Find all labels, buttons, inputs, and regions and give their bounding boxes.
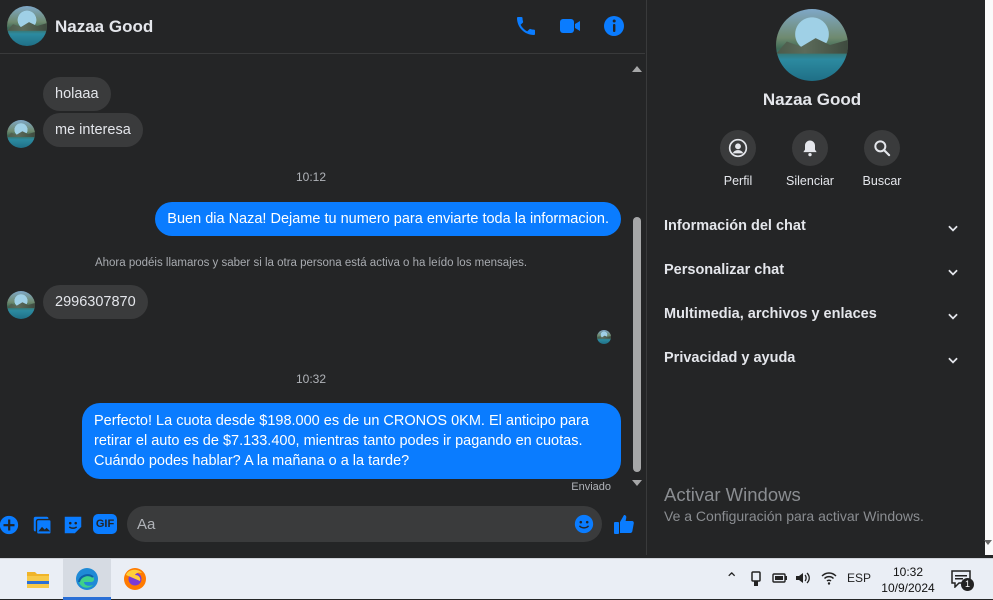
chat-pane: Nazaa Good holaaa me interesa 10:12 Buen…: [0, 0, 645, 555]
chevron-down-icon: [948, 225, 958, 232]
plus-icon[interactable]: [0, 514, 20, 536]
firefox-icon[interactable]: [111, 559, 159, 600]
gif-icon[interactable]: GIF: [93, 514, 117, 534]
notification-count-badge: 1: [961, 578, 974, 591]
search-icon: [874, 140, 891, 157]
tray-overflow-chevron-icon[interactable]: ⌃: [725, 569, 738, 589]
timestamp: 10:12: [295, 170, 327, 184]
delivery-status: Enviado: [571, 481, 611, 493]
battery-icon[interactable]: [772, 572, 788, 584]
contact-name[interactable]: Nazaa Good: [55, 17, 153, 37]
section-customize-chat[interactable]: Personalizar chat: [664, 262, 960, 286]
chevron-down-icon: [948, 357, 958, 364]
chat-header: Nazaa Good: [0, 0, 645, 54]
sidebar-contact-name: Nazaa Good: [762, 90, 862, 109]
action-profile[interactable]: Perfil: [698, 130, 778, 188]
action-label: Silenciar: [786, 174, 834, 188]
message-input-box[interactable]: [127, 506, 602, 542]
info-icon[interactable]: [602, 14, 626, 38]
scroll-down-arrow-icon[interactable]: [632, 480, 642, 486]
like-icon[interactable]: [612, 512, 636, 536]
clock-time: 10:32: [892, 565, 924, 579]
section-label: Privacidad y ayuda: [664, 350, 796, 366]
sticker-icon[interactable]: [62, 514, 84, 536]
message-input[interactable]: [137, 506, 557, 542]
scroll-thumb[interactable]: [633, 217, 641, 472]
contact-avatar[interactable]: [7, 6, 47, 46]
bell-icon: [803, 140, 817, 157]
message-incoming[interactable]: me interesa: [43, 113, 143, 147]
emoji-icon[interactable]: [573, 513, 595, 535]
profile-icon: [728, 138, 748, 158]
system-clock[interactable]: 10:32 10/9/2024: [878, 564, 938, 596]
action-label: Perfil: [723, 174, 753, 188]
sidebar-scrollbar[interactable]: [984, 0, 993, 555]
message-composer: GIF: [0, 502, 645, 548]
message-outgoing[interactable]: Perfecto! La cuota desde $198.000 es de …: [82, 403, 621, 479]
section-media-files-links[interactable]: Multimedia, archivos y enlaces: [664, 306, 960, 330]
clock-date: 10/9/2024: [881, 581, 935, 595]
chevron-down-icon: [948, 313, 958, 320]
message-outgoing[interactable]: Buen dia Naza! Dejame tu numero para env…: [155, 202, 621, 236]
chevron-down-icon: [948, 269, 958, 276]
chat-scrollbar[interactable]: [630, 62, 643, 492]
image-icon[interactable]: [31, 514, 53, 536]
messenger-window: Nazaa Good holaaa me interesa 10:12 Buen…: [0, 0, 993, 555]
edge-icon[interactable]: [63, 559, 111, 600]
file-explorer-icon[interactable]: [14, 559, 62, 600]
system-notice: Ahora podéis llamaros y saber si la otra…: [94, 257, 528, 269]
windows-taskbar: ⌃ ESP 10:32 10/9/2024 1: [0, 558, 993, 600]
section-label: Multimedia, archivos y enlaces: [664, 306, 877, 322]
contact-avatar-small: [7, 120, 35, 148]
sidebar-contact-avatar[interactable]: [776, 9, 848, 81]
activation-watermark-title: Activar Windows: [664, 484, 801, 505]
action-label: Buscar: [862, 174, 902, 188]
section-label: Información del chat: [664, 218, 806, 234]
wifi-icon[interactable]: [821, 572, 837, 585]
message-list: holaaa me interesa 10:12 Buen dia Naza! …: [0, 55, 630, 495]
section-chat-info[interactable]: Información del chat: [664, 218, 960, 242]
message-incoming[interactable]: holaaa: [43, 77, 111, 111]
timestamp: 10:32: [295, 372, 327, 386]
notification-center-icon[interactable]: 1: [951, 570, 974, 591]
section-label: Personalizar chat: [664, 262, 785, 278]
usb-device-icon[interactable]: [749, 571, 763, 587]
message-incoming[interactable]: 2996307870: [43, 285, 148, 319]
action-search[interactable]: Buscar: [842, 130, 922, 188]
scroll-up-arrow-icon[interactable]: [632, 66, 642, 72]
section-privacy-help[interactable]: Privacidad y ayuda: [664, 350, 960, 374]
seen-indicator-avatar: [597, 330, 611, 344]
phone-icon[interactable]: [514, 14, 538, 38]
action-mute[interactable]: Silenciar: [770, 130, 850, 188]
scroll-down-arrow-icon[interactable]: [984, 540, 992, 545]
contact-avatar-small: [7, 291, 35, 319]
volume-icon[interactable]: [795, 571, 811, 585]
language-indicator[interactable]: ESP: [847, 571, 871, 585]
activation-watermark-subtitle: Ve a Configuración para activar Windows.: [664, 508, 924, 524]
chat-details-sidebar: Nazaa Good Perfil Silenciar Buscar Infor…: [646, 0, 986, 555]
video-camera-icon[interactable]: [558, 14, 582, 38]
